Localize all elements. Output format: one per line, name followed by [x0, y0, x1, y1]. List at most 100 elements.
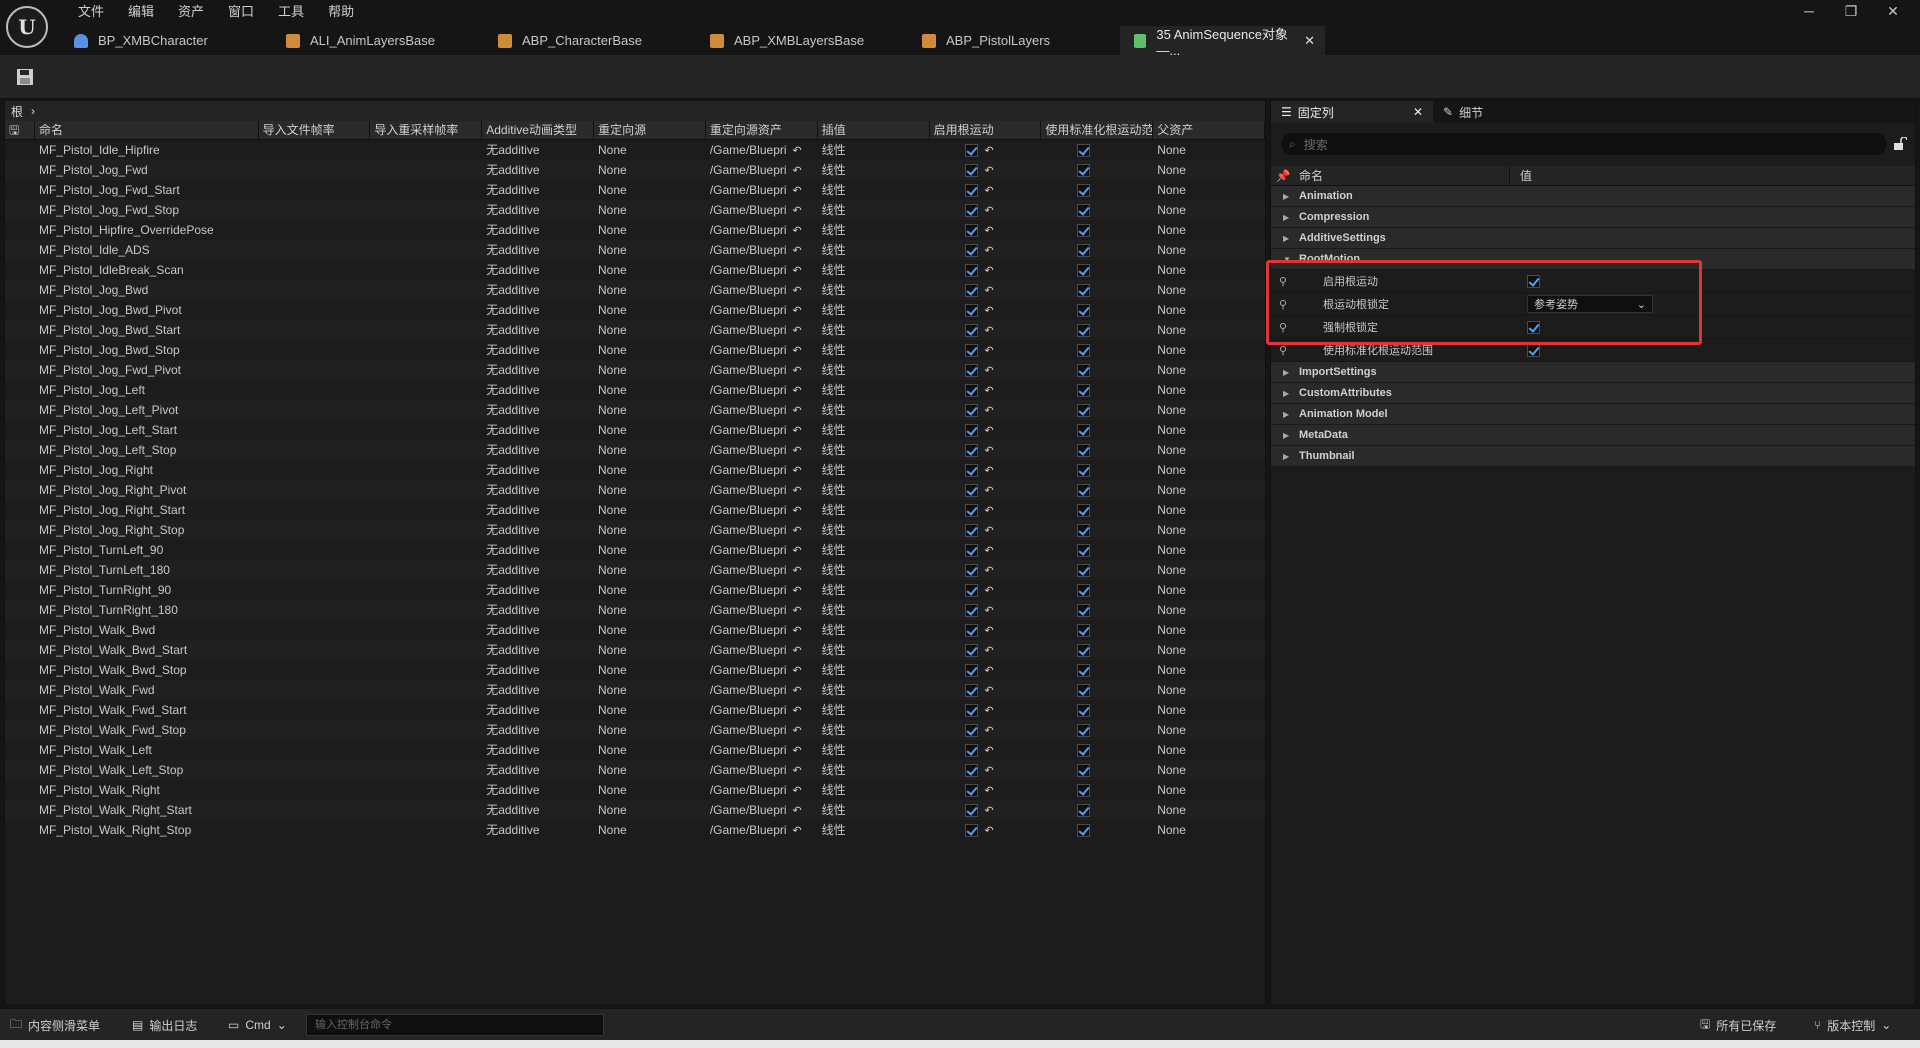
interpolation-cell[interactable]: 线性 [818, 440, 930, 460]
parent-asset-cell[interactable]: None [1153, 140, 1265, 160]
interpolation-cell[interactable]: 线性 [818, 680, 930, 700]
table-row[interactable]: MF_Pistol_Walk_Bwd_Start 无additive None/Ga… [5, 640, 1265, 660]
interpolation-cell[interactable]: 线性 [818, 400, 930, 420]
root-motion-checkbox[interactable] [965, 604, 979, 618]
retarget-source-cell[interactable]: None [594, 780, 706, 800]
import-fps-cell[interactable] [259, 400, 371, 420]
parent-asset-cell[interactable]: None [1153, 600, 1265, 620]
pin-icon[interactable]: ⚲ [1271, 298, 1295, 311]
menu-item[interactable]: 编辑 [116, 2, 166, 22]
normalized-root-checkbox[interactable] [1077, 544, 1091, 558]
reset-arrow-icon[interactable]: ↶ [793, 821, 802, 840]
reset-arrow-icon[interactable]: ↶ [984, 241, 993, 260]
retarget-source-cell[interactable]: None [594, 740, 706, 760]
reset-arrow-icon[interactable]: ↶ [793, 341, 802, 360]
retarget-asset-cell[interactable]: /Game/Bluepri ↶ [706, 280, 818, 300]
tab-3[interactable]: ABP_XMBLayersBase [696, 26, 908, 55]
column-header[interactable]: 导入文件帧率 [259, 121, 371, 139]
normalized-root-checkbox[interactable] [1077, 584, 1091, 598]
unreal-logo-icon[interactable]: U [6, 6, 48, 48]
reset-arrow-icon[interactable]: ↶ [984, 721, 993, 740]
table-row[interactable]: MF_Pistol_IdleBreak_Scan 无additive None/Ga… [5, 260, 1265, 280]
parent-asset-cell[interactable]: None [1153, 460, 1265, 480]
additive-type-cell[interactable]: 无additive [482, 360, 594, 380]
breadcrumb-root[interactable]: 根 [11, 103, 23, 120]
resample-fps-cell[interactable] [370, 720, 482, 740]
root-motion-checkbox[interactable] [965, 324, 979, 338]
console-input[interactable]: 输入控制台命令 [306, 1014, 604, 1036]
normalized-root-checkbox[interactable] [1077, 764, 1091, 778]
root-motion-checkbox[interactable] [965, 484, 979, 498]
retarget-source-cell[interactable]: None [594, 600, 706, 620]
retarget-source-cell[interactable]: None [594, 620, 706, 640]
resample-fps-cell[interactable] [370, 280, 482, 300]
root-motion-checkbox[interactable] [965, 504, 979, 518]
reset-arrow-icon[interactable]: ↶ [793, 261, 802, 280]
root-motion-checkbox[interactable] [965, 664, 979, 678]
table-row[interactable]: MF_Pistol_Hipfire_OverridePose 无additive N… [5, 220, 1265, 240]
additive-type-cell[interactable]: 无additive [482, 400, 594, 420]
parent-asset-cell[interactable]: None [1153, 360, 1265, 380]
interpolation-cell[interactable]: 线性 [818, 700, 930, 720]
additive-type-cell[interactable]: 无additive [482, 380, 594, 400]
table-row[interactable]: MF_Pistol_Jog_Bwd_Start 无additive None/Gam… [5, 320, 1265, 340]
root-motion-checkbox[interactable] [965, 164, 979, 178]
root-motion-checkbox[interactable] [965, 464, 979, 478]
retarget-source-cell[interactable]: None [594, 560, 706, 580]
category-header[interactable]: ▶ ImportSettings [1271, 362, 1915, 383]
resample-fps-cell[interactable] [370, 160, 482, 180]
root-motion-checkbox[interactable] [965, 724, 979, 738]
additive-type-cell[interactable]: 无additive [482, 300, 594, 320]
import-fps-cell[interactable] [259, 200, 371, 220]
table-row[interactable]: MF_Pistol_Jog_Left_Pivot 无additive None/Ga… [5, 400, 1265, 420]
normalized-root-checkbox[interactable] [1077, 704, 1091, 718]
interpolation-cell[interactable]: 线性 [818, 140, 930, 160]
property-checkbox[interactable] [1527, 274, 1540, 288]
retarget-asset-cell[interactable]: /Game/Bluepri ↶ [706, 200, 818, 220]
resample-fps-cell[interactable] [370, 420, 482, 440]
reset-arrow-icon[interactable]: ↶ [793, 801, 802, 820]
import-fps-cell[interactable] [259, 540, 371, 560]
root-motion-checkbox[interactable] [965, 644, 979, 658]
reset-arrow-icon[interactable]: ↶ [793, 521, 802, 540]
normalized-root-checkbox[interactable] [1077, 604, 1091, 618]
retarget-asset-cell[interactable]: /Game/Bluepri ↶ [706, 400, 818, 420]
import-fps-cell[interactable] [259, 520, 371, 540]
resample-fps-cell[interactable] [370, 480, 482, 500]
reset-arrow-icon[interactable]: ↶ [984, 741, 993, 760]
retarget-source-cell[interactable]: None [594, 440, 706, 460]
reset-arrow-icon[interactable]: ↶ [984, 461, 993, 480]
column-header[interactable]: 重定向源 [594, 121, 706, 139]
retarget-asset-cell[interactable]: /Game/Bluepri ↶ [706, 220, 818, 240]
reset-arrow-icon[interactable]: ↶ [793, 401, 802, 420]
parent-asset-cell[interactable]: None [1153, 520, 1265, 540]
resample-fps-cell[interactable] [370, 680, 482, 700]
table-row[interactable]: MF_Pistol_Jog_Bwd_Stop 无additive None/Game… [5, 340, 1265, 360]
root-motion-checkbox[interactable] [965, 584, 979, 598]
import-fps-cell[interactable] [259, 180, 371, 200]
additive-type-cell[interactable]: 无additive [482, 640, 594, 660]
additive-type-cell[interactable]: 无additive [482, 460, 594, 480]
reset-arrow-icon[interactable]: ↶ [793, 301, 802, 320]
resample-fps-cell[interactable] [370, 460, 482, 480]
resample-fps-cell[interactable] [370, 180, 482, 200]
reset-arrow-icon[interactable]: ↶ [984, 681, 993, 700]
import-fps-cell[interactable] [259, 560, 371, 580]
additive-type-cell[interactable]: 无additive [482, 420, 594, 440]
parent-asset-cell[interactable]: None [1153, 780, 1265, 800]
retarget-asset-cell[interactable]: /Game/Bluepri ↶ [706, 640, 818, 660]
reset-arrow-icon[interactable]: ↶ [984, 221, 993, 240]
parent-asset-cell[interactable]: None [1153, 740, 1265, 760]
normalized-root-checkbox[interactable] [1077, 804, 1091, 818]
parent-asset-cell[interactable]: None [1153, 280, 1265, 300]
interpolation-cell[interactable]: 线性 [818, 740, 930, 760]
import-fps-cell[interactable] [259, 740, 371, 760]
reset-arrow-icon[interactable]: ↶ [793, 421, 802, 440]
reset-arrow-icon[interactable]: ↶ [793, 181, 802, 200]
retarget-source-cell[interactable]: None [594, 820, 706, 840]
category-header[interactable]: ▶ CustomAttributes [1271, 383, 1915, 404]
reset-arrow-icon[interactable]: ↶ [793, 321, 802, 340]
interpolation-cell[interactable]: 线性 [818, 620, 930, 640]
normalized-root-checkbox[interactable] [1077, 624, 1091, 638]
additive-type-cell[interactable]: 无additive [482, 700, 594, 720]
